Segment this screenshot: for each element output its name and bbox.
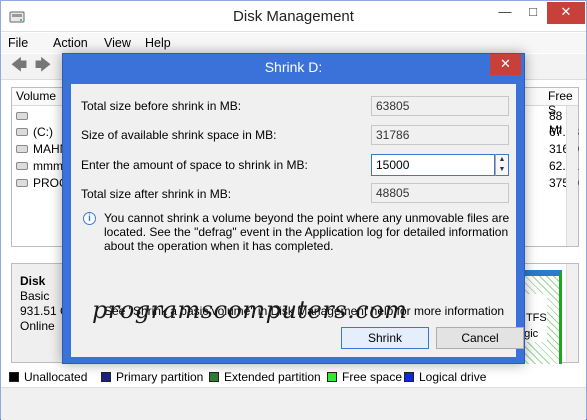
dialog-title: Shrink D: — [264, 59, 323, 75]
drive-icon — [16, 145, 28, 153]
legend-label: Extended partition — [224, 370, 321, 384]
legend-label: Logical drive — [419, 370, 487, 384]
menu-view[interactable]: View — [104, 36, 131, 50]
legend: Unallocated Primary partition Extended p… — [9, 369, 584, 385]
volume-list-scrollbar[interactable] — [566, 106, 578, 246]
legend-swatch — [404, 372, 414, 382]
menu-action[interactable]: Action — [53, 36, 88, 50]
volume-name: (C:) — [33, 125, 53, 139]
legend-item: Unallocated — [9, 370, 87, 384]
column-volume[interactable]: Volume — [16, 89, 56, 103]
shrink-button[interactable]: Shrink — [341, 327, 429, 349]
status-bar — [1, 387, 586, 420]
legend-swatch — [101, 372, 111, 382]
cancel-button[interactable]: Cancel — [436, 327, 524, 349]
close-icon[interactable]: ✕ — [547, 2, 585, 24]
label-total-size-before: Total size before shrink in MB: — [81, 99, 242, 113]
menu-help[interactable]: Help — [145, 36, 171, 50]
legend-label: Unallocated — [24, 370, 88, 384]
value-total-size-before: 63805 — [371, 96, 509, 116]
label-total-size-after: Total size after shrink in MB: — [81, 187, 232, 201]
back-arrow-icon[interactable]: 🡄 — [9, 57, 29, 77]
legend-swatch — [327, 372, 337, 382]
legend-label: Free space — [342, 370, 403, 384]
value-available-shrink: 31786 — [371, 125, 509, 145]
label-shrink-amount: Enter the amount of space to shrink in M… — [81, 158, 308, 172]
stepper-down-icon[interactable]: ▼ — [496, 165, 508, 175]
drive-icon — [16, 112, 28, 120]
legend-swatch — [9, 372, 19, 382]
dialog-close-icon[interactable]: ✕ — [490, 54, 521, 75]
watermark: programscomputers.com — [92, 296, 408, 324]
menu-bar: File Action View Help — [1, 33, 586, 53]
legend-item: Logical drive — [404, 370, 486, 384]
label-available-shrink: Size of available shrink space in MB: — [81, 128, 277, 142]
legend-item: Extended partition — [209, 370, 321, 384]
title-bar: Disk Management — □ ✕ — [1, 1, 586, 32]
maximize-icon[interactable]: □ — [519, 2, 547, 24]
legend-swatch — [209, 372, 219, 382]
minimize-icon[interactable]: — — [491, 2, 519, 24]
info-text: You cannot shrink a volume beyond the po… — [104, 211, 510, 253]
drive-icon — [16, 128, 28, 136]
forward-arrow-icon[interactable]: 🡆 — [33, 57, 53, 77]
info-icon: i — [83, 212, 96, 225]
drive-icon — [16, 162, 28, 170]
shrink-amount-stepper[interactable]: ▲ ▼ — [495, 154, 509, 176]
legend-item: Free space — [327, 370, 402, 384]
shrink-amount-input[interactable] — [371, 154, 495, 176]
legend-item: Primary partition — [101, 370, 203, 384]
stepper-up-icon[interactable]: ▲ — [496, 155, 508, 165]
disk-panel-scrollbar[interactable] — [566, 264, 578, 362]
menu-file[interactable]: File — [8, 36, 28, 50]
drive-icon — [16, 179, 28, 187]
volume-name: mmm — [33, 159, 63, 173]
legend-label: Primary partition — [116, 370, 204, 384]
value-total-size-after: 48805 — [371, 183, 509, 203]
